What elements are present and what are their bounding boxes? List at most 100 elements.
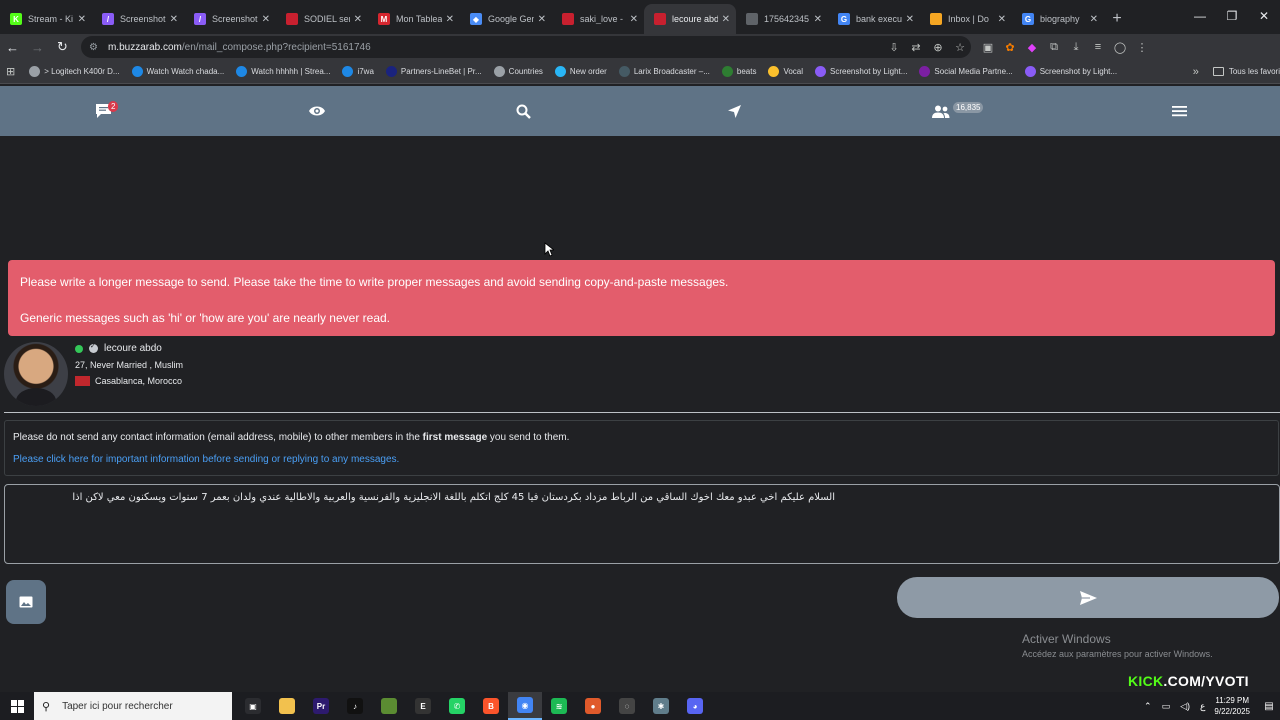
new-tab-button[interactable]: + xyxy=(1104,4,1130,34)
recipient-profile[interactable]: lecoure abdo 27, Never Married , Muslim … xyxy=(4,342,604,406)
translate-icon[interactable]: ⇄ xyxy=(905,37,927,57)
tab-close-icon[interactable]: ✕ xyxy=(906,14,914,25)
tab-close-icon[interactable]: ✕ xyxy=(630,14,638,25)
browser-tab[interactable]: Inbox | Do ✕ xyxy=(920,4,1012,34)
menu-kebab-icon[interactable]: ⋮ xyxy=(1131,37,1153,57)
browser-tab[interactable]: K Stream - Ki ✕ xyxy=(0,4,92,34)
downloads-icon[interactable]: ⤓ xyxy=(1065,37,1087,57)
send-button[interactable] xyxy=(897,577,1279,618)
extension-game-icon[interactable]: ▣ xyxy=(977,37,999,57)
profile-name-row: lecoure abdo xyxy=(75,342,162,354)
tab-close-icon[interactable]: ✕ xyxy=(354,14,362,25)
browser-tab[interactable]: 175642345 ✕ xyxy=(736,4,828,34)
taskbar-app-file-explorer[interactable] xyxy=(270,692,304,720)
bookmark-item[interactable]: Larix Broadcaster –... xyxy=(618,66,710,77)
nav-search[interactable] xyxy=(508,86,538,136)
start-button[interactable] xyxy=(0,692,34,720)
taskbar-app-microphone[interactable]: ● xyxy=(576,692,610,720)
profile-icon[interactable]: ◯ xyxy=(1109,37,1131,57)
tab-close-icon[interactable]: ✕ xyxy=(170,14,178,25)
media-control-icon[interactable]: ≡ xyxy=(1087,37,1109,57)
extension-orange-icon[interactable]: ✿ xyxy=(999,37,1021,57)
bookmark-star-icon[interactable]: ☆ xyxy=(949,37,971,57)
close-window-button[interactable]: ✕ xyxy=(1248,0,1280,32)
keyboard-language[interactable]: ع xyxy=(1200,701,1205,712)
bookmark-item[interactable]: > Logitech K400r D... xyxy=(29,66,120,77)
nav-views[interactable] xyxy=(302,86,332,136)
tab-close-icon[interactable]: ✕ xyxy=(814,14,822,25)
nav-menu[interactable] xyxy=(1164,86,1194,136)
forward-button[interactable]: → xyxy=(25,35,50,59)
bookmark-item[interactable]: New order xyxy=(554,66,607,77)
browser-tab[interactable]: lecoure abd ✕ xyxy=(644,4,736,34)
bookmark-item[interactable]: beats xyxy=(721,66,756,77)
important-info-link[interactable]: Please click here for important informat… xyxy=(13,454,1270,465)
browser-tab[interactable]: saki_love - ✕ xyxy=(552,4,644,34)
bookmark-item[interactable]: i7wa xyxy=(342,66,374,77)
taskbar-app-task-view[interactable]: ▣ xyxy=(236,692,270,720)
browser-tab[interactable]: / Screenshot ✕ xyxy=(92,4,184,34)
site-info-icon[interactable]: ⚙ xyxy=(89,42,98,53)
nav-nearby[interactable] xyxy=(719,86,749,136)
minimize-button[interactable]: — xyxy=(1184,0,1216,32)
bookmark-item[interactable]: Vocal xyxy=(768,66,803,77)
url-bar[interactable]: ⚙ m.buzzarab.com/en/mail_compose.php?rec… xyxy=(81,36,971,58)
taskbar-app-obs[interactable]: ◌ xyxy=(610,692,644,720)
taskbar-app-premiere[interactable]: Pr xyxy=(304,692,338,720)
nav-members[interactable]: 16,835 xyxy=(927,86,987,136)
attach-image-button[interactable] xyxy=(6,580,46,624)
message-textarea[interactable]: السلام عليكم اخي عبدو معك اخوك الساقي من… xyxy=(4,484,1280,564)
back-button[interactable]: ← xyxy=(0,35,25,59)
bookmark-item[interactable]: Screenshot by Light... xyxy=(1024,66,1118,77)
taskbar-app-app-blue[interactable]: ✱ xyxy=(644,692,678,720)
bookmark-label: Screenshot by Light... xyxy=(1039,67,1118,76)
tab-close-icon[interactable]: ✕ xyxy=(1090,14,1098,25)
nav-messages[interactable]: 2 xyxy=(88,86,119,136)
bookmark-item[interactable]: Watch Watch chada... xyxy=(131,66,224,77)
taskbar-app-discord[interactable]: ◕ xyxy=(678,692,712,720)
browser-tab[interactable]: / Screenshot ✕ xyxy=(184,4,276,34)
bookmark-item[interactable]: Partners-LineBet | Pr... xyxy=(385,66,482,77)
taskbar-app-spotify[interactable]: ≋ xyxy=(542,692,576,720)
extension-purple-icon[interactable]: ◆ xyxy=(1021,37,1043,57)
browser-tab[interactable]: M Mon Tablea ✕ xyxy=(368,4,460,34)
apps-grid-icon[interactable]: ⊞ xyxy=(6,65,15,78)
tab-close-icon[interactable]: ✕ xyxy=(262,14,270,25)
volume-icon[interactable]: ◁) xyxy=(1180,701,1190,712)
restore-button[interactable]: ❐ xyxy=(1216,0,1248,32)
browser-tab[interactable]: SODIEL sen ✕ xyxy=(276,4,368,34)
taskbar-app-chrome[interactable]: ◉ xyxy=(508,692,542,720)
reload-button[interactable]: ↻ xyxy=(50,35,75,59)
bookmarks-overflow-icon[interactable]: » xyxy=(1193,66,1199,78)
extensions-puzzle-icon[interactable]: ⧉ xyxy=(1043,37,1065,57)
taskbar-app-whatsapp[interactable]: ✆ xyxy=(440,692,474,720)
bookmark-item[interactable]: Countries xyxy=(493,66,543,77)
browser-tab[interactable]: ◆ Google Gen ✕ xyxy=(460,4,552,34)
taskbar-clock[interactable]: 11:29 PM 9/22/2025 xyxy=(1214,695,1250,717)
bookmark-item[interactable]: Social Media Partne... xyxy=(919,66,1013,77)
notifications-icon[interactable]: ▤ xyxy=(1258,692,1280,720)
tab-close-icon[interactable]: ✕ xyxy=(722,14,730,25)
tray-chevron-icon[interactable]: ⌃ xyxy=(1144,701,1152,712)
tab-close-icon[interactable]: ✕ xyxy=(538,14,546,25)
activate-windows-subtitle: Accédez aux paramètres pour activer Wind… xyxy=(1022,649,1213,659)
taskbar-app-brave[interactable]: B xyxy=(474,692,508,720)
browser-tab[interactable]: Gbank execu ✕ xyxy=(828,4,920,34)
bookmarks-bar: ⊞ > Logitech K400r D... Watch Watch chada… xyxy=(0,60,1280,84)
profile-name[interactable]: lecoure abdo xyxy=(104,343,162,354)
other-bookmarks[interactable]: Tous les favori xyxy=(1212,67,1280,76)
taskbar-search-box[interactable]: ⚲ Taper ici pour rechercher xyxy=(34,692,232,720)
tab-close-icon[interactable]: ✕ xyxy=(446,14,454,25)
tab-close-icon[interactable]: ✕ xyxy=(998,14,1006,25)
bookmark-item[interactable]: Screenshot by Light... xyxy=(815,66,907,77)
tab-close-icon[interactable]: ✕ xyxy=(78,14,86,25)
zoom-icon[interactable]: ⊕ xyxy=(927,37,949,57)
bookmark-item[interactable]: Watch hhhhh | Strea... xyxy=(236,66,330,77)
install-app-icon[interactable]: ⇩ xyxy=(883,37,905,57)
network-icon[interactable]: ▭ xyxy=(1162,701,1171,712)
taskbar-app-minecraft[interactable] xyxy=(372,692,406,720)
avatar[interactable] xyxy=(4,342,68,406)
taskbar-app-tiktok[interactable]: ♪ xyxy=(338,692,372,720)
taskbar-app-epic-games[interactable]: E xyxy=(406,692,440,720)
browser-tab[interactable]: Gbiography ✕ xyxy=(1012,4,1104,34)
